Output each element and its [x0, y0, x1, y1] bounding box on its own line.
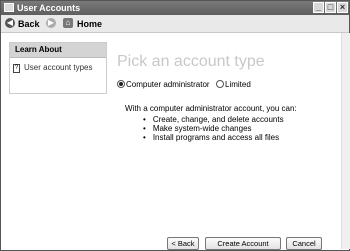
help-document-icon: ? — [13, 64, 20, 73]
maximize-button[interactable]: □ — [325, 2, 336, 13]
create-account-button[interactable]: Create Account — [205, 237, 281, 250]
list-item: Create, change, and delete accounts — [143, 115, 284, 124]
radio-label-administrator[interactable]: Computer administrator — [126, 80, 210, 89]
radio-computer-administrator[interactable]: Computer administrator — [117, 80, 210, 89]
capability-list: Create, change, and delete accounts Make… — [143, 115, 284, 142]
user-accounts-window: User Accounts _ □ × ◀ Back ▶ ⌂ Home Lear… — [0, 0, 350, 251]
title-bar[interactable]: User Accounts _ □ × — [1, 1, 349, 15]
account-description: With a computer administrator account, y… — [125, 104, 297, 113]
user-accounts-icon — [4, 3, 14, 12]
minimize-button[interactable]: _ — [313, 2, 324, 13]
radio-selected-icon[interactable] — [117, 80, 125, 88]
navigation-toolbar: ◀ Back ▶ ⌂ Home — [1, 15, 349, 33]
list-item: Make system-wide changes — [143, 124, 284, 133]
window-title: User Accounts — [17, 3, 81, 13]
home-nav-button[interactable]: Home — [77, 19, 102, 29]
forward-arrow-icon[interactable]: ▶ — [46, 18, 56, 28]
learn-about-heading: Learn About — [10, 43, 106, 58]
cancel-button[interactable]: Cancel — [286, 237, 322, 250]
sidebar-item-label[interactable]: User account types — [24, 63, 102, 72]
radio-limited[interactable]: Limited — [216, 80, 251, 89]
back-arrow-icon[interactable]: ◀ — [5, 18, 15, 28]
radio-unselected-icon[interactable] — [216, 80, 224, 88]
radio-label-limited[interactable]: Limited — [225, 80, 251, 89]
home-icon[interactable]: ⌂ — [63, 18, 73, 28]
back-button[interactable]: < Back — [167, 237, 199, 250]
back-nav-button[interactable]: Back — [18, 19, 40, 29]
vertical-scrollbar[interactable] — [341, 33, 350, 249]
close-button[interactable]: × — [337, 2, 348, 13]
list-item: Install programs and access all files — [143, 133, 284, 142]
page-title: Pick an account type — [117, 53, 265, 70]
learn-about-panel: Learn About ? User account types — [9, 42, 107, 94]
